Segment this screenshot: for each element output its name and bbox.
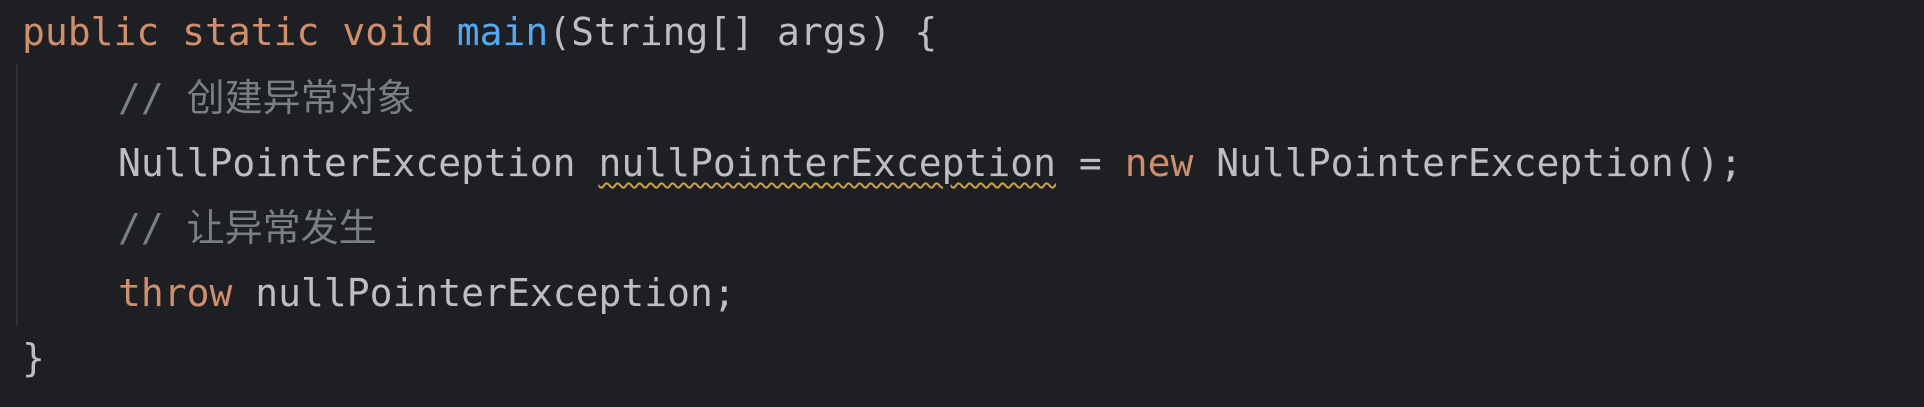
brace-close: } — [22, 336, 45, 380]
keyword-public: public — [22, 10, 160, 54]
code-line-2[interactable]: // 创建异常对象 — [22, 72, 415, 124]
code-editor[interactable]: public static void main(String[] args) {… — [0, 0, 1924, 407]
keyword-new: new — [1124, 141, 1194, 185]
constructor-call: NullPointerException(); — [1216, 141, 1743, 185]
keyword-void: void — [342, 10, 434, 54]
throw-expression: nullPointerException; — [255, 271, 736, 315]
method-name: main — [456, 10, 549, 54]
code-line-6[interactable]: } — [22, 332, 45, 384]
keyword-throw: throw — [118, 271, 233, 315]
method-params: (String[] args) — [548, 10, 892, 54]
code-line-3[interactable]: NullPointerException nullPointerExceptio… — [22, 137, 1742, 189]
comment-throw-exception: // 让异常发生 — [118, 206, 377, 250]
comment-create-exception: // 创建异常对象 — [118, 76, 415, 120]
code-line-1[interactable]: public static void main(String[] args) { — [22, 6, 937, 58]
brace-open: { — [914, 10, 938, 54]
assign-operator: = — [1078, 141, 1102, 185]
code-line-5[interactable]: throw nullPointerException; — [22, 267, 736, 319]
keyword-static: static — [182, 10, 320, 54]
variable-name-warning[interactable]: nullPointerException — [598, 141, 1056, 185]
code-line-4[interactable]: // 让异常发生 — [22, 202, 377, 254]
type-name: NullPointerException — [118, 141, 576, 185]
indent-guide — [16, 64, 18, 326]
